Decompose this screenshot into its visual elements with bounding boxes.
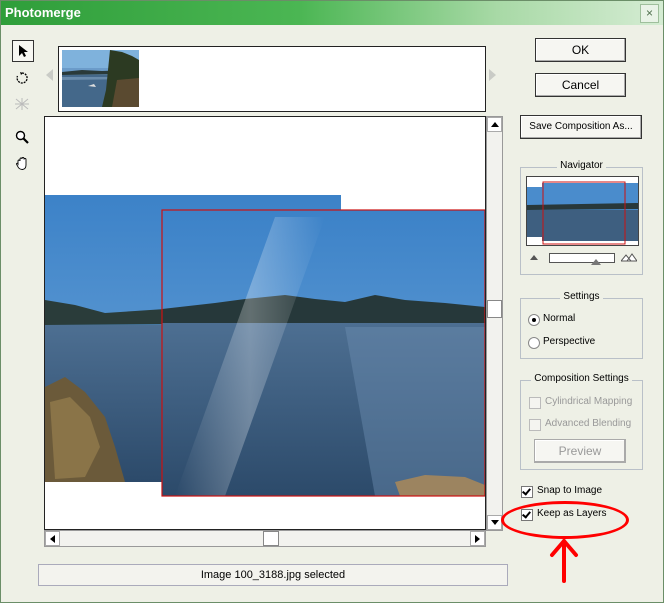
- thumbnail-image: [62, 50, 139, 107]
- navigator-title: Navigator: [557, 160, 606, 171]
- status-text: Image 100_3188.jpg selected: [200, 569, 346, 581]
- arrow-up-icon: [490, 122, 499, 127]
- settings-title: Settings: [560, 291, 603, 302]
- navigator-thumbnail: [527, 177, 638, 245]
- ok-button[interactable]: OK: [535, 38, 626, 62]
- highlight-ellipse: [501, 501, 629, 539]
- horizontal-scroll-thumb[interactable]: [263, 531, 279, 546]
- composition-settings-title: Composition Settings: [531, 373, 632, 384]
- normal-radio[interactable]: [528, 314, 540, 326]
- settings-panel: Settings: [520, 291, 643, 359]
- cylindrical-mapping-label: Cylindrical Mapping: [545, 396, 633, 407]
- scroll-down-button[interactable]: [487, 515, 502, 530]
- advanced-blending-checkbox[interactable]: [529, 419, 541, 431]
- zoom-out-icon[interactable]: [530, 255, 538, 260]
- close-button[interactable]: ×: [640, 4, 659, 23]
- preview-button[interactable]: Preview: [534, 439, 626, 463]
- arrow-left-icon: [50, 534, 55, 543]
- perspective-label[interactable]: Perspective: [543, 336, 595, 347]
- window-title: Photomerge: [5, 5, 81, 20]
- snap-to-image-checkbox[interactable]: [521, 486, 533, 498]
- vertical-scroll-thumb[interactable]: [487, 300, 502, 318]
- arrow-right-icon: [475, 534, 480, 543]
- scroll-up-button[interactable]: [487, 117, 502, 132]
- cylindrical-mapping-checkbox[interactable]: [529, 397, 541, 409]
- zoom-slider-handle[interactable]: [591, 259, 601, 265]
- save-composition-button[interactable]: Save Composition As...: [520, 115, 642, 139]
- rotate-icon: [16, 72, 28, 84]
- source-image-strip: [58, 46, 486, 112]
- photomerge-dialog: Photomerge × Image 100_3188.jpg selected…: [0, 0, 664, 603]
- advanced-blending-label: Advanced Blending: [545, 418, 632, 429]
- zoom-slider[interactable]: [549, 253, 615, 263]
- hand-icon: [15, 156, 26, 170]
- arrow-pointer-icon: [19, 45, 28, 57]
- zoom-in-icon[interactable]: [619, 253, 638, 265]
- composition-canvas[interactable]: [44, 116, 486, 530]
- hand-tool[interactable]: [12, 153, 32, 173]
- panorama-preview: [45, 195, 485, 497]
- select-image-tool[interactable]: [12, 40, 34, 62]
- close-icon: ×: [645, 6, 653, 20]
- right-image-layer[interactable]: [161, 209, 485, 497]
- cancel-button[interactable]: Cancel: [535, 73, 626, 97]
- zoom-tool[interactable]: [12, 127, 32, 147]
- scroll-right-button[interactable]: [470, 531, 485, 546]
- title-bar[interactable]: Photomerge ×: [1, 1, 663, 25]
- strip-left-arrow[interactable]: [46, 69, 53, 81]
- scroll-left-button[interactable]: [45, 531, 60, 546]
- source-thumbnail[interactable]: [62, 50, 139, 107]
- rotate-image-tool[interactable]: [12, 68, 32, 88]
- perspective-radio[interactable]: [528, 337, 540, 349]
- snap-to-image-label[interactable]: Snap to Image: [537, 485, 602, 496]
- status-bar: Image 100_3188.jpg selected: [38, 564, 508, 586]
- horizontal-scrollbar[interactable]: [44, 530, 486, 547]
- navigator-preview[interactable]: [526, 176, 639, 246]
- vanishing-point-tool[interactable]: [12, 94, 32, 114]
- vanishing-point-icon: [15, 98, 29, 110]
- normal-label[interactable]: Normal: [543, 313, 575, 324]
- vertical-scrollbar[interactable]: [486, 116, 503, 531]
- magnifier-icon: [15, 130, 29, 144]
- arrow-down-icon: [490, 520, 499, 525]
- red-arrow-icon: [547, 539, 581, 586]
- strip-right-arrow[interactable]: [489, 69, 496, 81]
